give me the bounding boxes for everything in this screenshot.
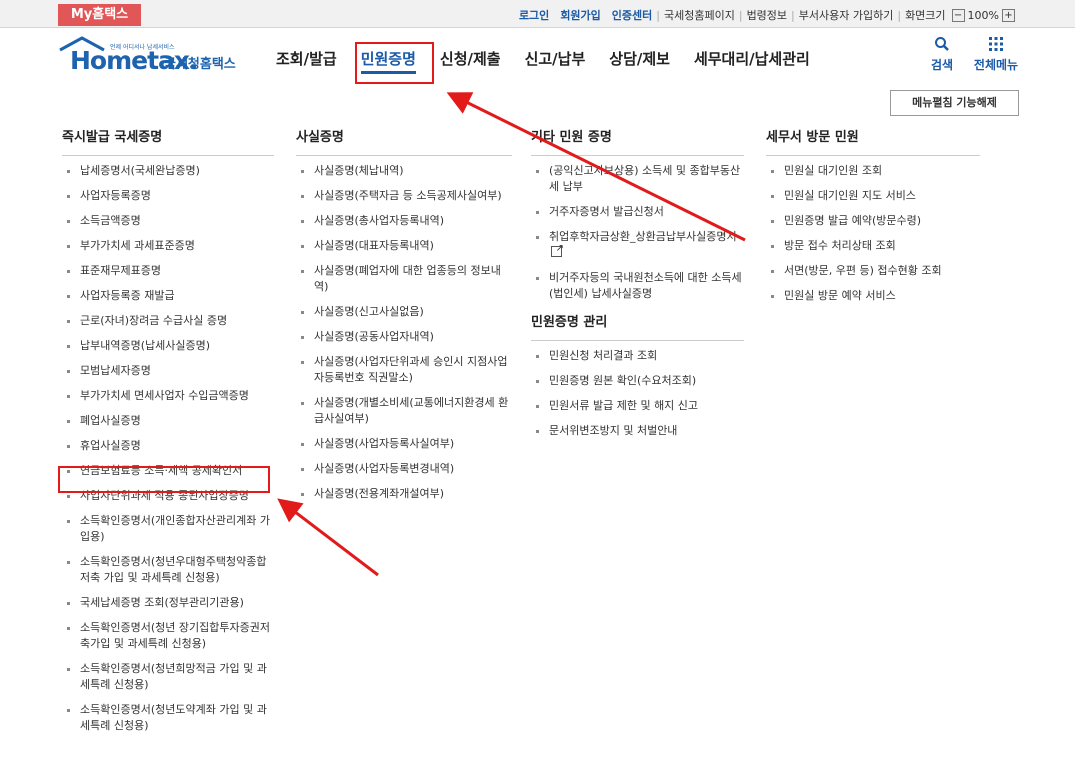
arrow-to-nav	[446, 92, 746, 242]
annotation-arrows	[277, 92, 746, 577]
arrow-to-item	[277, 498, 379, 577]
